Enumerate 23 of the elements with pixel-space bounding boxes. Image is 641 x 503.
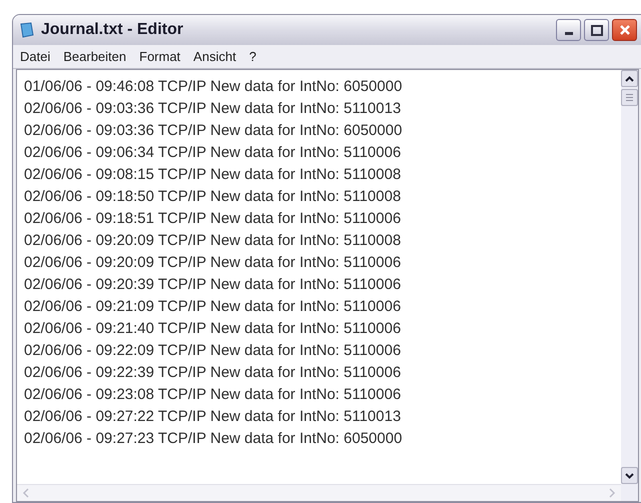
menu-item[interactable]: Bearbeiten — [63, 46, 126, 66]
log-line: 01/06/06 - 09:46:08 TCP/IP New data for IntNo: 6050000 — [24, 77, 402, 97]
menu-item[interactable]: Datei — [20, 46, 50, 66]
log-line: 02/06/06 - 09:23:08 TCP/IP New data for IntNo: 5110006 — [24, 385, 401, 405]
log-line: 02/06/06 - 09:22:09 TCP/IP New data for IntNo: 5110006 — [24, 341, 401, 361]
log-line: 02/06/06 - 09:27:22 TCP/IP New data for IntNo: 5110013 — [24, 407, 401, 427]
log-line: 02/06/06 - 09:03:36 TCP/IP New data for IntNo: 5110013 — [24, 99, 401, 119]
log-line: 02/06/06 - 09:27:23 TCP/IP New data for IntNo: 6050000 — [24, 429, 402, 449]
log-line: 02/06/06 - 09:20:09 TCP/IP New data for IntNo: 5110006 — [24, 253, 401, 273]
log-line: 02/06/06 - 09:21:09 TCP/IP New data for IntNo: 5110006 — [24, 297, 401, 317]
window-title: Journal.txt - Editor — [41, 20, 184, 40]
log-line: 02/06/06 - 09:03:36 TCP/IP New data for IntNo: 6050000 — [24, 121, 402, 141]
log-line: 02/06/06 - 09:21:40 TCP/IP New data for IntNo: 5110006 — [24, 319, 401, 339]
log-line: 02/06/06 - 09:18:50 TCP/IP New data for IntNo: 5110008 — [24, 187, 401, 207]
menu-item[interactable]: ? — [249, 46, 256, 66]
log-line: 02/06/06 - 09:18:51 TCP/IP New data for IntNo: 5110006 — [24, 209, 401, 229]
menu-item[interactable]: Format — [139, 46, 180, 66]
log-line: 02/06/06 - 09:06:34 TCP/IP New data for IntNo: 5110006 — [24, 143, 401, 163]
log-line: 02/06/06 - 09:08:15 TCP/IP New data for IntNo: 5110008 — [24, 165, 401, 185]
menu-item[interactable]: Ansicht — [193, 46, 236, 66]
log-line: 02/06/06 - 09:20:39 TCP/IP New data for IntNo: 5110006 — [24, 275, 401, 295]
log-line: 02/06/06 - 09:22:39 TCP/IP New data for IntNo: 5110006 — [24, 363, 401, 383]
log-line: 02/06/06 - 09:20:09 TCP/IP New data for IntNo: 5110008 — [24, 231, 401, 251]
